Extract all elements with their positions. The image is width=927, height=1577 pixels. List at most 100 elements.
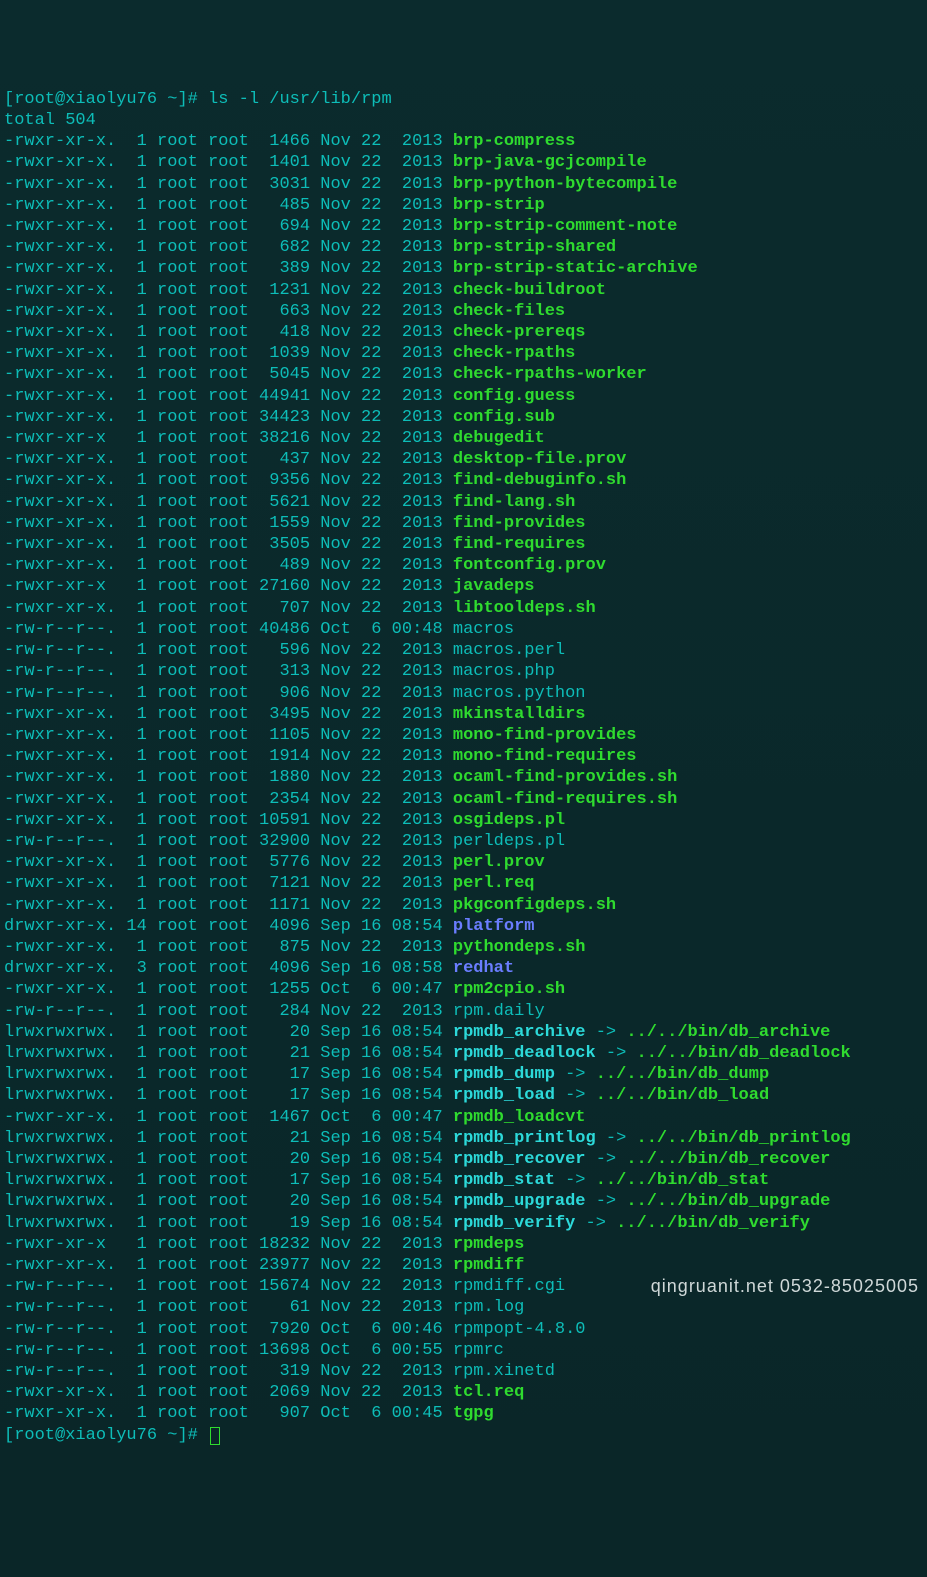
file-name: config.guess [453, 387, 575, 406]
file-name: rpmdb_upgrade [453, 1192, 586, 1211]
file-name: ocaml-find-provides.sh [453, 768, 677, 787]
file-name: find-provides [453, 514, 586, 533]
file-name: rpm.log [453, 1298, 524, 1317]
link-target: ../../bin/db_printlog [637, 1129, 851, 1148]
file-name: mono-find-requires [453, 747, 637, 766]
listing-row: -rwxr-xr-x. 1 root root 2354 Nov 22 2013… [4, 789, 923, 810]
file-name: rpmpopt-4.8.0 [453, 1320, 586, 1339]
listing-row: lrwxrwxrwx. 1 root root 20 Sep 16 08:54 … [4, 1022, 923, 1043]
file-name: find-lang.sh [453, 493, 575, 512]
file-name: rpm.xinetd [453, 1362, 555, 1381]
listing-row: lrwxrwxrwx. 1 root root 17 Sep 16 08:54 … [4, 1170, 923, 1191]
link-target: ../../bin/db_deadlock [637, 1044, 851, 1063]
user-host: root@xiaolyu76 [14, 90, 157, 109]
listing-row: -rwxr-xr-x 1 root root 18232 Nov 22 2013… [4, 1234, 923, 1255]
listing-row: lrwxrwxrwx. 1 root root 21 Sep 16 08:54 … [4, 1043, 923, 1064]
link-target: ../../bin/db_load [596, 1086, 769, 1105]
listing-row: -rwxr-xr-x. 1 root root 9356 Nov 22 2013… [4, 470, 923, 491]
file-name: javadeps [453, 577, 535, 596]
file-name: brp-strip-shared [453, 238, 616, 257]
file-name: rpm.daily [453, 1002, 545, 1021]
listing-row: lrwxrwxrwx. 1 root root 17 Sep 16 08:54 … [4, 1085, 923, 1106]
file-name: check-files [453, 302, 565, 321]
file-name: rpmdb_deadlock [453, 1044, 596, 1063]
file-name: desktop-file.prov [453, 450, 626, 469]
file-name: rpm2cpio.sh [453, 980, 565, 999]
file-name: find-requires [453, 535, 586, 554]
file-name: ocaml-find-requires.sh [453, 790, 677, 809]
listing-row: lrwxrwxrwx. 1 root root 21 Sep 16 08:54 … [4, 1128, 923, 1149]
watermark-text: qingruanit.net 0532-85025005 [651, 1276, 919, 1297]
file-name: tcl.req [453, 1383, 524, 1402]
file-name: mkinstalldirs [453, 705, 586, 724]
file-name: pythondeps.sh [453, 938, 586, 957]
file-name: rpmdb_printlog [453, 1129, 596, 1148]
command-text: ls -l /usr/lib/rpm [208, 90, 392, 109]
file-name: brp-strip [453, 196, 545, 215]
listing-row: -rwxr-xr-x. 1 root root 1466 Nov 22 2013… [4, 131, 923, 152]
file-name: rpmdeps [453, 1235, 524, 1254]
file-name: rpmdb_dump [453, 1065, 555, 1084]
file-name: debugedit [453, 429, 545, 448]
listing-row: -rwxr-xr-x. 1 root root 707 Nov 22 2013 … [4, 598, 923, 619]
listing-row: -rwxr-xr-x. 1 root root 907 Oct 6 00:45 … [4, 1403, 923, 1424]
prompt-line: [root@xiaolyu76 ~]# ls -l /usr/lib/rpm [4, 89, 923, 110]
listing-row: -rwxr-xr-x. 1 root root 418 Nov 22 2013 … [4, 322, 923, 343]
file-name: osgideps.pl [453, 811, 565, 830]
file-name: rpmrc [453, 1341, 504, 1360]
listing-row: -rwxr-xr-x. 1 root root 1880 Nov 22 2013… [4, 767, 923, 788]
file-name: libtooldeps.sh [453, 599, 596, 618]
listing-row: -rwxr-xr-x. 1 root root 1401 Nov 22 2013… [4, 152, 923, 173]
file-name: pkgconfigdeps.sh [453, 896, 616, 915]
listing-row: -rwxr-xr-x. 1 root root 23977 Nov 22 201… [4, 1255, 923, 1276]
file-name: rpmdb_verify [453, 1214, 575, 1233]
file-name: brp-strip-comment-note [453, 217, 677, 236]
listing-row: -rwxr-xr-x. 1 root root 694 Nov 22 2013 … [4, 216, 923, 237]
listing-row: -rwxr-xr-x. 1 root root 5776 Nov 22 2013… [4, 852, 923, 873]
file-name: rpmdiff [453, 1256, 524, 1275]
listing-row: lrwxrwxrwx. 1 root root 19 Sep 16 08:54 … [4, 1213, 923, 1234]
listing-row: -rwxr-xr-x. 1 root root 1039 Nov 22 2013… [4, 343, 923, 364]
file-name: tgpg [453, 1404, 494, 1423]
file-name: rpmdb_load [453, 1086, 555, 1105]
cursor-icon [210, 1427, 220, 1445]
listing-row: -rwxr-xr-x. 1 root root 437 Nov 22 2013 … [4, 449, 923, 470]
listing-row: -rwxr-xr-x. 1 root root 1914 Nov 22 2013… [4, 746, 923, 767]
file-name: perldeps.pl [453, 832, 565, 851]
listing-row: -rw-r--r--. 1 root root 40486 Oct 6 00:4… [4, 619, 923, 640]
file-name: check-prereqs [453, 323, 586, 342]
listing-row: -rwxr-xr-x. 1 root root 389 Nov 22 2013 … [4, 258, 923, 279]
file-name: fontconfig.prov [453, 556, 606, 575]
listing-row: -rwxr-xr-x 1 root root 38216 Nov 22 2013… [4, 428, 923, 449]
listing-row: -rw-r--r--. 1 root root 906 Nov 22 2013 … [4, 683, 923, 704]
listing-row: -rwxr-xr-x. 1 root root 44941 Nov 22 201… [4, 386, 923, 407]
link-target: ../../bin/db_archive [626, 1023, 830, 1042]
file-name: brp-java-gcjcompile [453, 153, 647, 172]
file-name: rpmdb_stat [453, 1171, 555, 1190]
listing-row: -rwxr-xr-x 1 root root 27160 Nov 22 2013… [4, 576, 923, 597]
listing-row: -rwxr-xr-x. 1 root root 1467 Oct 6 00:47… [4, 1107, 923, 1128]
file-name: rpmdb_recover [453, 1150, 586, 1169]
link-target: ../../bin/db_dump [596, 1065, 769, 1084]
listing-row: -rwxr-xr-x. 1 root root 663 Nov 22 2013 … [4, 301, 923, 322]
listing-row: -rw-r--r--. 1 root root 596 Nov 22 2013 … [4, 640, 923, 661]
listing-row: -rwxr-xr-x. 1 root root 3505 Nov 22 2013… [4, 534, 923, 555]
listing-row: -rw-r--r--. 1 root root 13698 Oct 6 00:5… [4, 1340, 923, 1361]
terminal-output[interactable]: [root@xiaolyu76 ~]# ls -l /usr/lib/rpmto… [4, 89, 923, 1446]
file-name: rpmdb_archive [453, 1023, 586, 1042]
file-name: perl.req [453, 874, 535, 893]
listing-row: drwxr-xr-x. 14 root root 4096 Sep 16 08:… [4, 916, 923, 937]
listing-row: -rw-r--r--. 1 root root 61 Nov 22 2013 r… [4, 1297, 923, 1318]
file-name: macros.php [453, 662, 555, 681]
listing-row: -rw-r--r--. 1 root root 7920 Oct 6 00:46… [4, 1319, 923, 1340]
file-name: brp-compress [453, 132, 575, 151]
listing-row: -rwxr-xr-x. 1 root root 3495 Nov 22 2013… [4, 704, 923, 725]
listing-row: -rw-r--r--. 1 root root 32900 Nov 22 201… [4, 831, 923, 852]
listing-row: -rwxr-xr-x. 1 root root 34423 Nov 22 201… [4, 407, 923, 428]
listing-row: -rwxr-xr-x. 1 root root 1171 Nov 22 2013… [4, 895, 923, 916]
file-name: platform [453, 917, 535, 936]
listing-row: -rwxr-xr-x. 1 root root 1255 Oct 6 00:47… [4, 979, 923, 1000]
listing-row: -rwxr-xr-x. 1 root root 1105 Nov 22 2013… [4, 725, 923, 746]
listing-row: -rwxr-xr-x. 1 root root 2069 Nov 22 2013… [4, 1382, 923, 1403]
prompt-line-end: [root@xiaolyu76 ~]# [4, 1425, 923, 1446]
